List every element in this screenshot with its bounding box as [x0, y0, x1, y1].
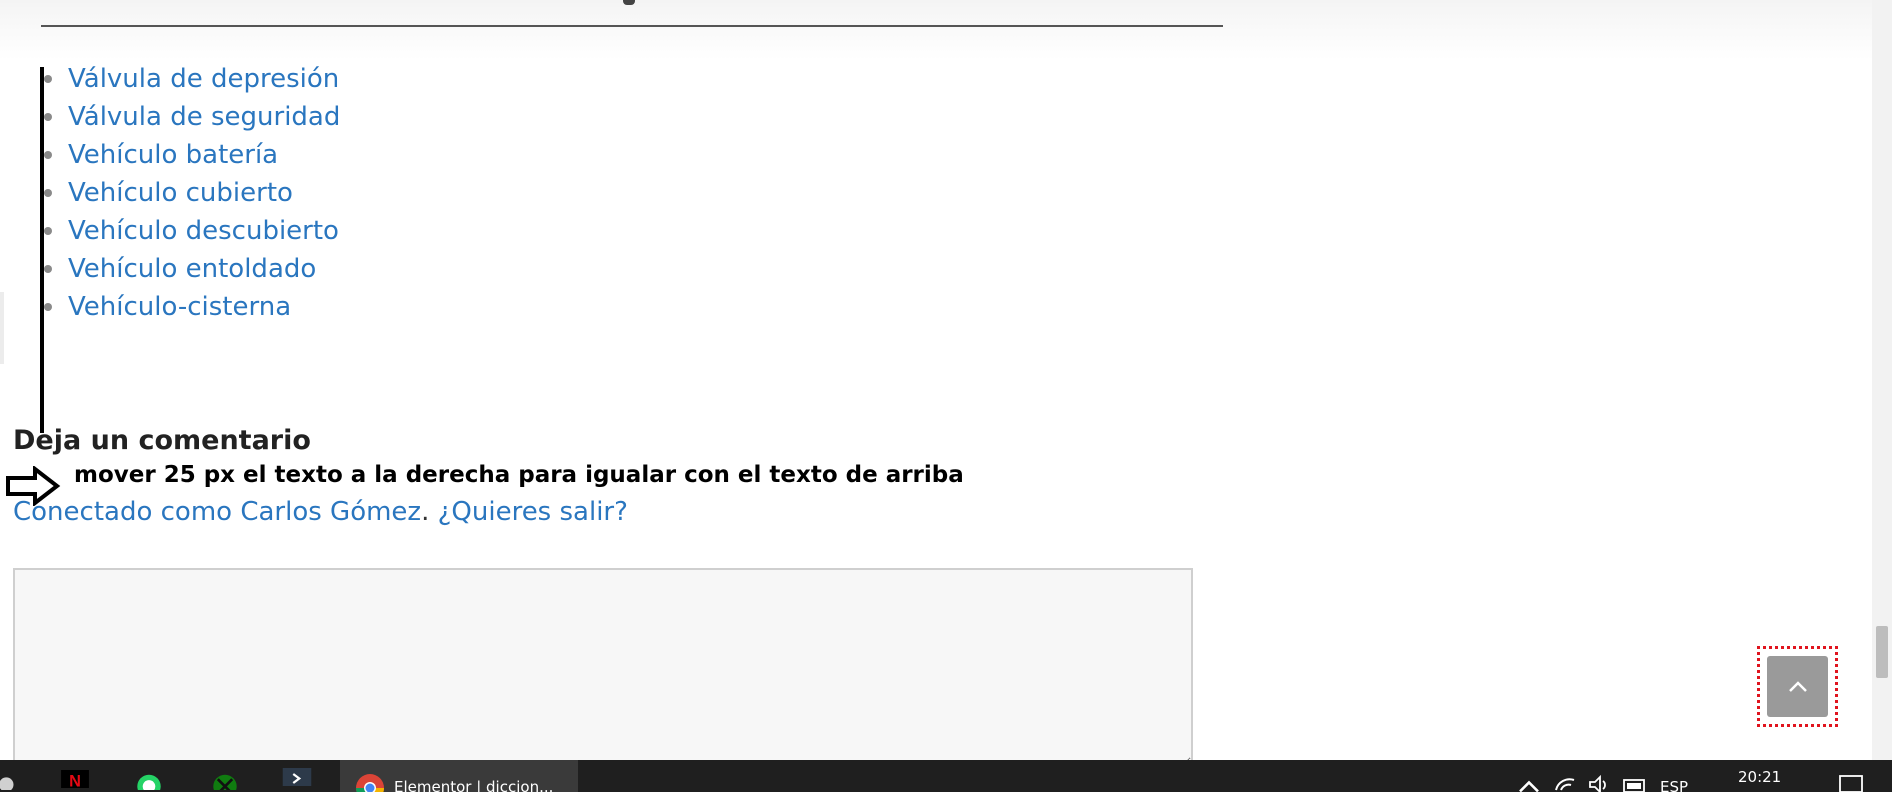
related-link[interactable]: Válvula de depresión [68, 64, 339, 94]
related-link[interactable]: Vehículo batería [68, 140, 278, 170]
list-item: Vehículo-cisterna [44, 288, 340, 326]
list-item: Válvula de depresión [44, 60, 340, 98]
windows-icon[interactable] [0, 772, 26, 790]
logged-in-line: Conectado como Carlos Gómez. ¿Quieres sa… [13, 497, 628, 527]
chrome-tab-label: Elementor | diccion... [394, 778, 554, 796]
wifi-icon[interactable] [1548, 774, 1582, 792]
comments-title: Deja un comentario [13, 425, 311, 456]
terminal-icon[interactable] [280, 768, 314, 786]
notification-icon[interactable] [1834, 774, 1868, 792]
top-fade [0, 0, 1892, 60]
netflix-icon[interactable]: N [58, 770, 92, 788]
related-link[interactable]: Vehículo entoldado [68, 254, 316, 284]
scroll-to-top-button[interactable] [1767, 656, 1828, 717]
section-divider [41, 25, 1223, 27]
comment-textarea[interactable] [13, 568, 1193, 760]
related-link[interactable]: Vehículo descubierto [68, 216, 339, 246]
volume-icon[interactable] [1582, 774, 1616, 792]
svg-text:N: N [69, 772, 81, 788]
bullet [44, 189, 52, 197]
language-indicator[interactable]: ESP [1660, 778, 1688, 796]
xbox-icon[interactable] [208, 772, 242, 790]
related-links-list: Válvula de depresión Válvula de segurida… [44, 60, 340, 326]
logout-link[interactable]: ¿Quieres salir? [438, 497, 628, 527]
list-item: Válvula de seguridad [44, 98, 340, 136]
related-link[interactable]: Vehículo cubierto [68, 178, 293, 208]
chevron-up-icon [1788, 680, 1807, 692]
list-item: Vehículo batería [44, 136, 340, 174]
bullet [44, 113, 52, 121]
related-link[interactable]: Válvula de seguridad [68, 102, 340, 132]
annotation-note: mover 25 px el texto a la derecha para i… [74, 462, 964, 488]
bullet [44, 265, 52, 273]
bullet [44, 75, 52, 83]
bullet [44, 227, 52, 235]
list-item: Vehículo entoldado [44, 250, 340, 288]
browser-viewport: Válvula de depresión Válvula de segurida… [0, 0, 1892, 760]
heading-descender [623, 0, 635, 5]
related-link[interactable]: Vehículo-cisterna [68, 292, 291, 322]
battery-icon[interactable] [1618, 774, 1652, 792]
separator: . [421, 497, 430, 527]
bullet [44, 151, 52, 159]
chrome-taskbar-tab[interactable]: Elementor | diccion... [340, 760, 578, 796]
whatsapp-icon[interactable] [132, 772, 166, 790]
profile-link[interactable]: Conectado como Carlos Gómez [13, 497, 421, 527]
left-edge-tab [0, 292, 4, 364]
clock-time[interactable]: 20:21 [1738, 768, 1781, 786]
annotation-alignment-line [40, 67, 44, 433]
chrome-icon [356, 774, 384, 792]
list-item: Vehículo descubierto [44, 212, 340, 250]
bullet [44, 303, 52, 311]
windows-taskbar: N Elementor | diccion... ESP 20:21 [0, 760, 1892, 796]
scrollbar-thumb[interactable] [1876, 626, 1888, 678]
list-item: Vehículo cubierto [44, 174, 340, 212]
chevron-up-icon[interactable] [1512, 776, 1546, 794]
